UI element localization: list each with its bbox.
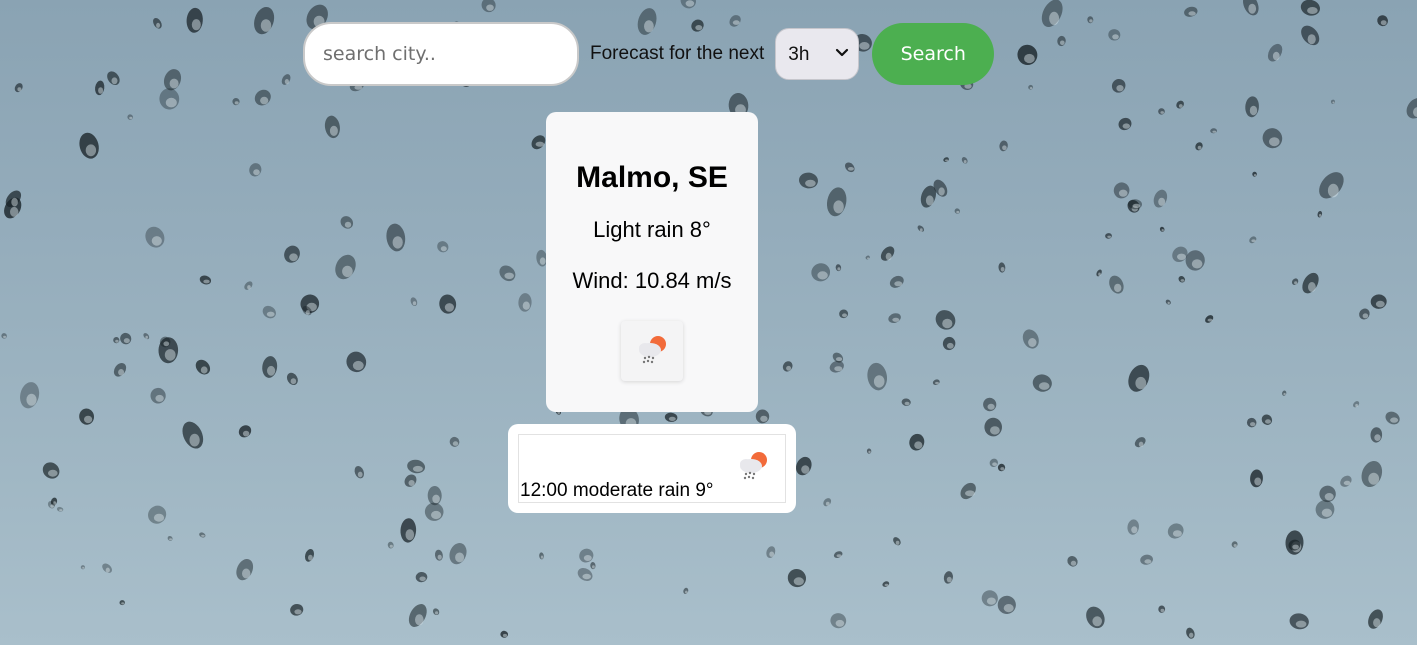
light-rain-sun-icon bbox=[639, 336, 666, 364]
search-button[interactable]: Search bbox=[872, 23, 995, 85]
search-bar: Forecast for the next 3h Search bbox=[303, 22, 995, 86]
weather-icon-box bbox=[621, 321, 683, 381]
forecast-label: Forecast for the next bbox=[590, 43, 765, 64]
moderate-rain-sun-icon bbox=[740, 452, 767, 480]
wind-speed: Wind: 10.84 m/s bbox=[572, 268, 732, 293]
search-input[interactable] bbox=[303, 22, 579, 86]
hours-select[interactable]: 3h bbox=[775, 28, 860, 80]
forecast-item-text: 12:00 moderate rain 9° bbox=[520, 480, 714, 501]
city-name: Malmo, SE bbox=[576, 161, 728, 194]
forecast-item: 12:00 moderate rain 9° bbox=[518, 434, 786, 503]
hours-select-wrapper: 3h bbox=[775, 28, 860, 80]
current-weather-card: Malmo, SE Light rain 8° Wind: 10.84 m/s bbox=[546, 112, 758, 412]
current-condition: Light rain 8° bbox=[593, 217, 711, 242]
forecast-list-card: 12:00 moderate rain 9° bbox=[508, 424, 796, 513]
